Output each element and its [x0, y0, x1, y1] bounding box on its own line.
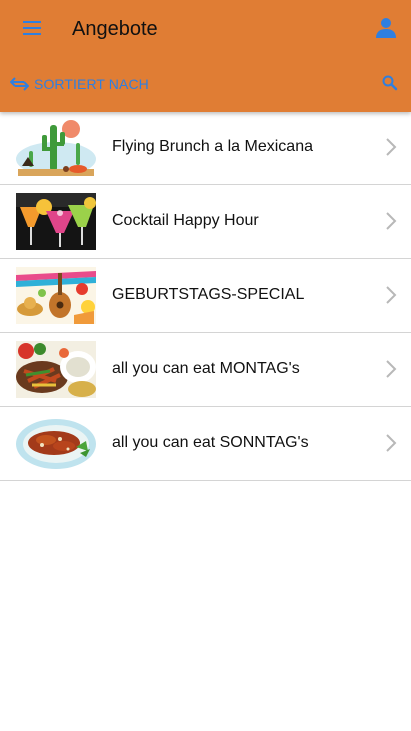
chevron-right-icon	[386, 360, 397, 378]
list-item[interactable]: all you can eat SONNTAG's	[0, 406, 411, 480]
offer-title: all you can eat SONNTAG's	[112, 434, 309, 451]
cocktail-thumbnail	[16, 193, 96, 250]
list-item[interactable]: Cocktail Happy Hour	[0, 184, 411, 258]
chevron-right-icon	[386, 434, 397, 452]
search-icon[interactable]	[381, 74, 399, 92]
sort-button-label: SORTIERT NACH	[34, 76, 149, 92]
chevron-right-icon	[386, 286, 397, 304]
offer-title: GEBURTSTAGS-SPECIAL	[112, 286, 305, 303]
chevron-right-icon	[386, 212, 397, 230]
list-item[interactable]: Flying Brunch a la Mexicana	[0, 111, 411, 184]
offer-title: all you can eat MONTAG's	[112, 360, 300, 377]
list-item[interactable]: GEBURTSTAGS-SPECIAL	[0, 258, 411, 332]
offers-list: Flying Brunch a la Mexicana Cocktail Hap…	[0, 111, 411, 481]
app-screen: Angebote SORTIERT NACH Flying Brunch a l…	[0, 0, 411, 731]
chevron-right-icon	[386, 138, 397, 156]
offer-title: Flying Brunch a la Mexicana	[112, 138, 313, 155]
offer-title: Cocktail Happy Hour	[112, 212, 259, 229]
fiesta-guitar-thumbnail	[16, 267, 96, 324]
hamburger-menu-icon[interactable]	[18, 14, 46, 42]
enchilada-thumbnail	[16, 415, 96, 472]
list-item[interactable]: all you can eat MONTAG's	[0, 332, 411, 406]
user-account-icon[interactable]	[373, 15, 399, 41]
swap-arrows-icon	[10, 77, 29, 91]
page-title: Angebote	[72, 18, 158, 40]
sort-button[interactable]: SORTIERT NACH	[10, 72, 149, 96]
cactus-desert-thumbnail	[16, 119, 96, 176]
app-header: Angebote SORTIERT NACH	[0, 0, 411, 112]
fajitas-thumbnail	[16, 341, 96, 398]
